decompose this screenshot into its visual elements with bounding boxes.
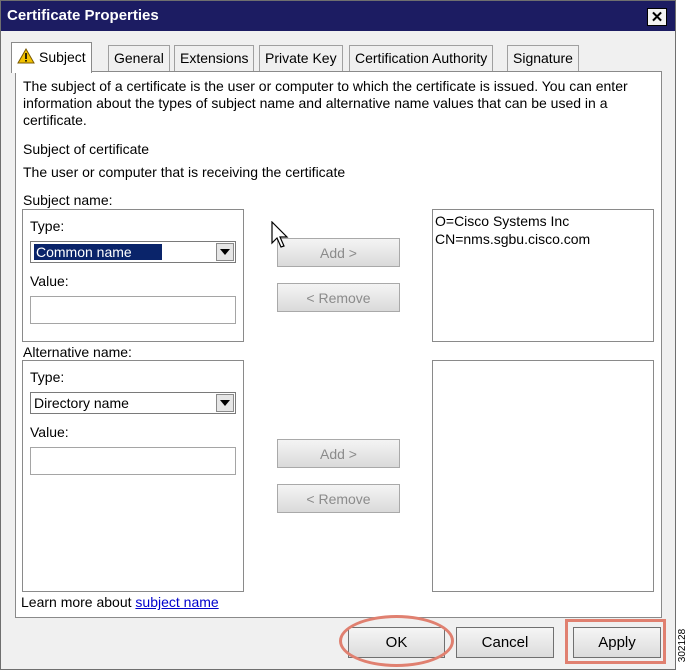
list-item[interactable]: CN=nms.sgbu.cisco.com <box>435 230 651 248</box>
alternative-type-label: Type: <box>30 369 65 385</box>
tab-label: General <box>114 50 164 66</box>
subject-add-button[interactable]: Add > <box>277 238 400 267</box>
apply-callout-box <box>565 619 666 664</box>
subject-description: The subject of a certificate is the user… <box>23 78 628 128</box>
subject-value-input[interactable] <box>30 296 236 324</box>
tab-signature[interactable]: Signature <box>507 45 579 72</box>
subject-name-group: Type: Common name Value: <box>22 209 244 342</box>
tab-label: Signature <box>513 50 573 66</box>
title-bar[interactable]: Certificate Properties ✕ <box>1 1 675 31</box>
figure-id: 302128 <box>676 628 692 668</box>
tab-general[interactable]: General <box>108 45 170 72</box>
alternative-name-label: Alternative name: <box>23 344 132 360</box>
chevron-down-icon[interactable] <box>216 394 234 412</box>
subject-name-label: Subject name: <box>23 192 113 208</box>
subject-type-label: Type: <box>30 218 65 234</box>
mouse-pointer-icon <box>271 221 289 248</box>
close-icon: ✕ <box>650 8 664 26</box>
tab-label: Private Key <box>265 50 337 66</box>
subject-value-label: Value: <box>30 273 69 289</box>
alternative-remove-button[interactable]: < Remove <box>277 484 400 513</box>
alternative-type-value: Directory name <box>34 395 129 411</box>
tab-subject[interactable]: Subject <box>11 42 92 73</box>
alternative-value-label: Value: <box>30 424 69 440</box>
subject-type-select[interactable]: Common name <box>30 241 236 263</box>
section-title: Subject of certificate <box>23 141 150 157</box>
tab-label: Subject <box>39 49 86 65</box>
tab-private-key[interactable]: Private Key <box>259 45 343 72</box>
subject-remove-button[interactable]: < Remove <box>277 283 400 312</box>
close-button[interactable]: ✕ <box>647 8 667 26</box>
cancel-button[interactable]: Cancel <box>456 627 554 658</box>
subject-name-link[interactable]: subject name <box>135 594 218 610</box>
tab-certification-authority[interactable]: Certification Authority <box>349 45 494 72</box>
subject-tab-panel: The subject of a certificate is the user… <box>15 71 662 618</box>
alternative-list[interactable] <box>432 360 654 592</box>
warning-icon <box>17 48 35 64</box>
list-item[interactable]: O=Cisco Systems Inc <box>435 212 651 230</box>
section-description: The user or computer that is receiving t… <box>23 164 346 180</box>
alternative-type-select[interactable]: Directory name <box>30 392 236 414</box>
tab-label: Certification Authority <box>355 50 488 66</box>
figure-id-text: 302128 <box>677 628 689 663</box>
tab-label: Extensions <box>180 50 249 66</box>
subject-list[interactable]: O=Cisco Systems Inc CN=nms.sgbu.cisco.co… <box>432 209 654 342</box>
tab-extensions[interactable]: Extensions <box>174 45 255 72</box>
certificate-properties-dialog: Certificate Properties ✕ Subject General… <box>0 0 676 670</box>
chevron-down-icon[interactable] <box>216 243 234 261</box>
subject-type-value: Common name <box>34 244 162 260</box>
alternative-name-group: Type: Directory name Value: <box>22 360 244 592</box>
learn-more: Learn more about subject name <box>21 594 219 611</box>
ok-callout-ring <box>339 615 454 667</box>
window-title: Certificate Properties <box>7 7 159 24</box>
alternative-add-button[interactable]: Add > <box>277 439 400 468</box>
alternative-value-input[interactable] <box>30 447 236 475</box>
learn-more-prefix: Learn more about <box>21 594 136 610</box>
